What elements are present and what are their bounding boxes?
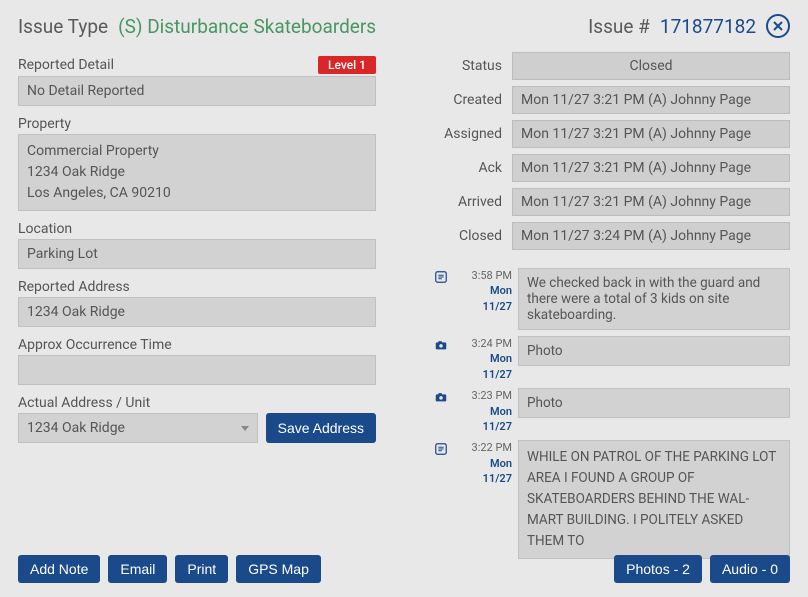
- closed-label: Closed: [432, 228, 502, 244]
- footer-right: Photos - 2 Audio - 0: [614, 555, 790, 583]
- note-icon: [432, 268, 450, 288]
- footer-left: Add Note Email Print GPS Map: [18, 555, 321, 583]
- audio-button[interactable]: Audio - 0: [710, 555, 790, 583]
- footer: Add Note Email Print GPS Map Photos - 2 …: [18, 555, 790, 583]
- note-icon: [432, 440, 450, 460]
- created-label: Created: [432, 92, 502, 108]
- timeline-time: 3:22 PM Mon 11/27: [456, 440, 512, 486]
- created-value: Mon 11/27 3:21 PM (A) Johnny Page: [512, 86, 790, 114]
- status-value: Closed: [512, 52, 790, 80]
- issue-type-label: Issue Type: [18, 15, 108, 38]
- actual-address-value: 1234 Oak Ridge: [27, 420, 125, 436]
- ack-value: Mon 11/27 3:21 PM (A) Johnny Page: [512, 154, 790, 182]
- close-icon[interactable]: [766, 14, 790, 38]
- issue-detail-page: Issue Type (S) Disturbance Skateboarders…: [0, 0, 808, 597]
- gps-map-button[interactable]: GPS Map: [236, 555, 321, 583]
- timeline: 3:58 PM Mon 11/27 We checked back in wit…: [432, 268, 790, 559]
- property-label: Property: [18, 116, 376, 132]
- timeline-content[interactable]: WHILE ON PATROL OF THE PARKING LOT AREA …: [518, 440, 790, 559]
- left-column: Reported Detail Level 1 No Detail Report…: [18, 52, 376, 565]
- actual-address-row: 1234 Oak Ridge Save Address: [18, 413, 376, 443]
- timeline-content[interactable]: Photo: [518, 388, 790, 418]
- level-badge: Level 1: [318, 56, 376, 74]
- closed-value: Mon 11/27 3:24 PM (A) Johnny Page: [512, 222, 790, 250]
- ack-label: Ack: [432, 160, 502, 176]
- assigned-label: Assigned: [432, 126, 502, 142]
- issue-number-label: Issue #: [588, 15, 650, 38]
- timeline-content[interactable]: Photo: [518, 336, 790, 366]
- columns: Reported Detail Level 1 No Detail Report…: [18, 52, 790, 565]
- assigned-value: Mon 11/27 3:21 PM (A) Johnny Page: [512, 120, 790, 148]
- arrived-value: Mon 11/27 3:21 PM (A) Johnny Page: [512, 188, 790, 216]
- timeline-row: 3:24 PM Mon 11/27 Photo: [432, 336, 790, 382]
- approx-time-label: Approx Occurrence Time: [18, 337, 376, 353]
- reported-address-label: Reported Address: [18, 279, 376, 295]
- photos-button[interactable]: Photos - 2: [614, 555, 702, 583]
- timeline-row: 3:23 PM Mon 11/27 Photo: [432, 388, 790, 434]
- save-address-button[interactable]: Save Address: [266, 413, 376, 443]
- print-button[interactable]: Print: [175, 555, 228, 583]
- actual-address-select[interactable]: 1234 Oak Ridge: [18, 413, 258, 443]
- timeline-time: 3:58 PM Mon 11/27: [456, 268, 512, 314]
- add-note-button[interactable]: Add Note: [18, 555, 100, 583]
- actual-address-label: Actual Address / Unit: [18, 395, 376, 411]
- property-value: Commercial Property 1234 Oak Ridge Los A…: [18, 134, 376, 211]
- header-right: Issue # 171877182: [588, 14, 790, 38]
- approx-time-value[interactable]: [18, 355, 376, 385]
- status-grid: Status Closed Created Mon 11/27 3:21 PM …: [432, 52, 790, 250]
- header-left: Issue Type (S) Disturbance Skateboarders: [18, 15, 376, 38]
- reported-address-value: 1234 Oak Ridge: [18, 297, 376, 327]
- timeline-row: 3:22 PM Mon 11/27 WHILE ON PATROL OF THE…: [432, 440, 790, 559]
- issue-number-value: 171877182: [660, 15, 756, 38]
- camera-icon: [432, 388, 450, 408]
- chevron-down-icon: [241, 426, 249, 431]
- timeline-time: 3:23 PM Mon 11/27: [456, 388, 512, 434]
- status-label: Status: [432, 58, 502, 74]
- header: Issue Type (S) Disturbance Skateboarders…: [18, 10, 790, 52]
- arrived-label: Arrived: [432, 194, 502, 210]
- reported-detail-value: No Detail Reported: [18, 76, 376, 106]
- reported-detail-row: Reported Detail Level 1: [18, 56, 376, 74]
- timeline-row: 3:58 PM Mon 11/27 We checked back in wit…: [432, 268, 790, 330]
- right-column: Status Closed Created Mon 11/27 3:21 PM …: [432, 52, 790, 565]
- location-value: Parking Lot: [18, 239, 376, 269]
- timeline-content[interactable]: We checked back in with the guard and th…: [518, 268, 790, 330]
- reported-detail-label: Reported Detail: [18, 57, 114, 73]
- location-label: Location: [18, 221, 376, 237]
- issue-type-value: (S) Disturbance Skateboarders: [118, 15, 376, 38]
- email-button[interactable]: Email: [108, 555, 167, 583]
- timeline-time: 3:24 PM Mon 11/27: [456, 336, 512, 382]
- camera-icon: [432, 336, 450, 356]
